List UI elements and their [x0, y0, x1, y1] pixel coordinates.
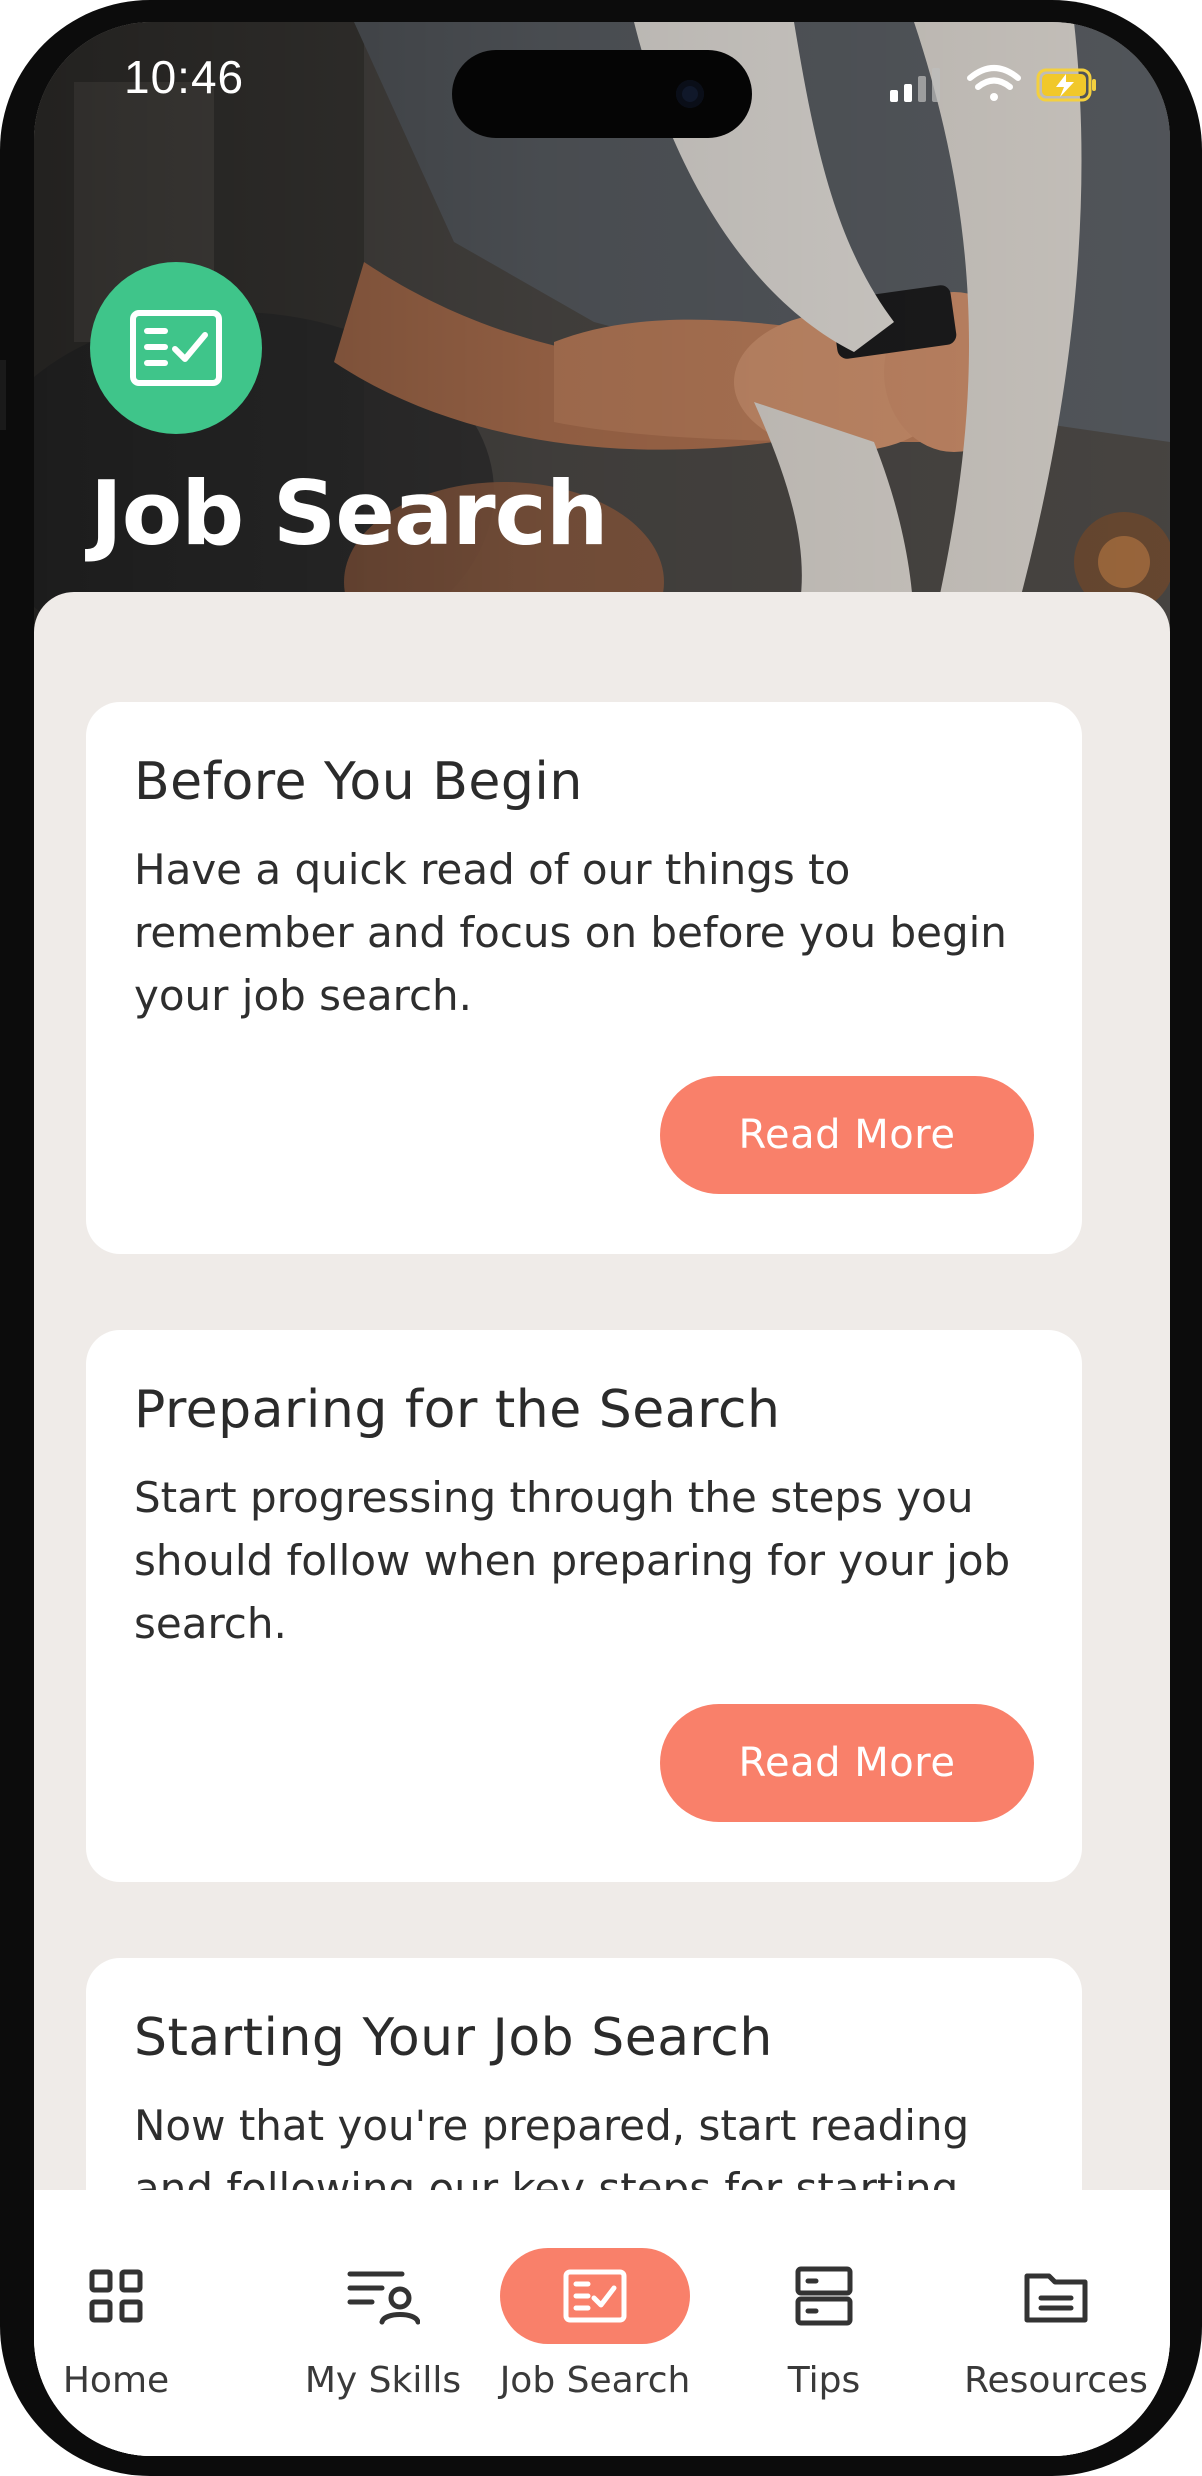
job-search-badge — [90, 262, 262, 434]
person-list-icon — [347, 2271, 420, 2325]
dynamic-island — [452, 50, 752, 138]
nav-label: Job Search — [499, 2360, 691, 2401]
status-time: 10:46 — [124, 51, 245, 103]
cellular-signal-icon — [890, 68, 940, 102]
nav-icon-container — [961, 2248, 1151, 2344]
app-screen: 10:46 Job Search Before You Begin Have a… — [34, 22, 1170, 2456]
card-body: Start progressing through the steps you … — [134, 1473, 1011, 1648]
nav-active-pill — [500, 2248, 690, 2344]
checklist-icon — [563, 2269, 627, 2323]
nav-icon-container — [34, 2248, 211, 2344]
mute-switch — [0, 360, 6, 430]
nav-icon-container — [288, 2248, 478, 2344]
nav-icon-container — [729, 2248, 919, 2344]
card-title: Starting Your Job Search — [134, 2008, 773, 2068]
card-title: Preparing for the Search — [134, 1380, 781, 1440]
card-preparing-for-search: Preparing for the Search Start progressi… — [86, 1330, 1082, 1882]
content-sheet: Before You Begin Have a quick read of ou… — [34, 592, 1170, 2456]
nav-item-tips[interactable]: Tips — [744, 2190, 904, 2401]
nav-item-job-search[interactable]: Job Search — [480, 2190, 710, 2401]
folder-icon — [1024, 2273, 1088, 2323]
nav-item-resources[interactable]: Resources — [956, 2190, 1156, 2401]
card-title: Before You Begin — [134, 752, 583, 812]
checklist-icon — [130, 310, 222, 386]
read-more-button[interactable]: Read More — [660, 1076, 1034, 1194]
card-body: Have a quick read of our things to remem… — [134, 845, 1007, 1020]
nav-label: My Skills — [304, 2360, 462, 2401]
grid-icon — [89, 2269, 143, 2323]
card-before-you-begin: Before You Begin Have a quick read of ou… — [86, 702, 1082, 1254]
front-camera — [676, 80, 704, 108]
phone-frame: 10:46 Job Search Before You Begin Have a… — [0, 0, 1202, 2476]
read-more-button[interactable]: Read More — [660, 1704, 1034, 1822]
nav-label: Resources — [964, 2360, 1148, 2401]
nav-label: Tips — [787, 2360, 861, 2401]
nav-label: Home — [62, 2360, 170, 2401]
stacked-boxes-icon — [795, 2266, 853, 2326]
nav-item-home[interactable]: Home — [34, 2190, 198, 2401]
wifi-icon — [967, 65, 1021, 101]
bottom-nav: Home My Skills Job Search Tips Resources — [34, 2190, 1170, 2456]
page-title: Job Search — [90, 462, 608, 565]
battery-charging-icon — [1036, 68, 1096, 102]
status-icons — [852, 60, 1112, 110]
nav-item-my-skills[interactable]: My Skills — [288, 2190, 478, 2401]
